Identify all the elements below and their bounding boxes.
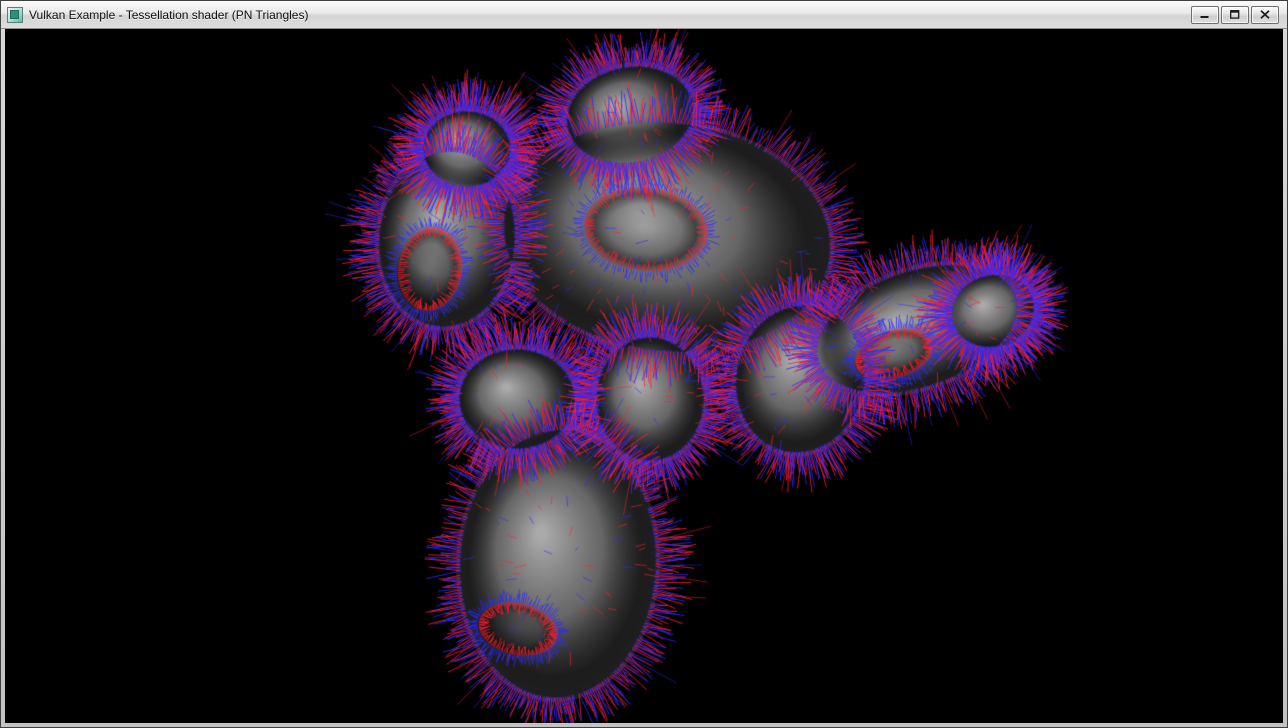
window-controls — [1191, 6, 1281, 24]
window-title: Vulkan Example - Tessellation shader (PN… — [29, 8, 308, 22]
viewport-container — [5, 29, 1283, 723]
app-window: Vulkan Example - Tessellation shader (PN… — [0, 0, 1288, 728]
maximize-icon — [1230, 10, 1240, 19]
titlebar[interactable]: Vulkan Example - Tessellation shader (PN… — [1, 1, 1287, 29]
close-button[interactable] — [1251, 6, 1279, 24]
render-viewport[interactable] — [5, 29, 1283, 723]
maximize-button[interactable] — [1221, 6, 1249, 24]
minimize-button[interactable] — [1191, 6, 1219, 24]
app-icon — [7, 7, 23, 23]
close-icon — [1260, 10, 1270, 19]
minimize-icon — [1200, 10, 1210, 19]
